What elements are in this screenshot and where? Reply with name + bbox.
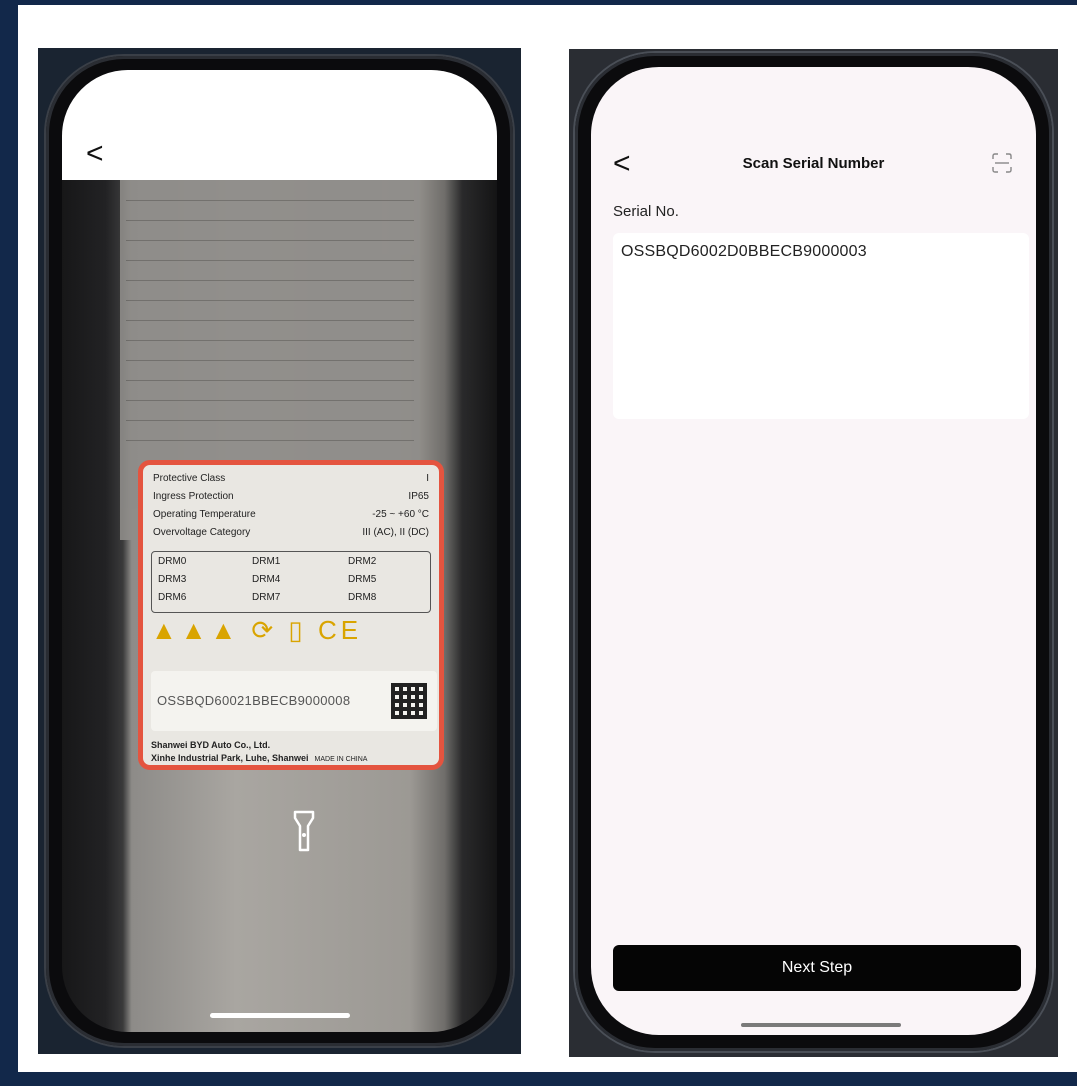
phone-frame-right: < Scan Serial Number Serial No. OSSBQD60… [575, 53, 1052, 1051]
home-indicator [741, 1023, 901, 1027]
warning-icons: ▲▲▲ ⟳ ▯ CE [151, 615, 363, 645]
page-title: Scan Serial Number [742, 155, 885, 172]
spec-row: Overvoltage Category III (AC), II (DC) [153, 527, 429, 538]
next-step-button[interactable]: Next Step [613, 945, 1021, 991]
left-panel: < Protective Class I Ingress Protection … [38, 48, 521, 1054]
drm-cell: DRM7 [252, 592, 281, 603]
scan-frame: Protective Class I Ingress Protection IP… [138, 460, 444, 770]
label-serial-text: OSSBQD60021BBECB9000008 [157, 693, 351, 708]
serial-field-label: Serial No. [613, 203, 679, 220]
qr-code-icon [391, 683, 427, 719]
drm-cell: DRM4 [252, 574, 281, 585]
spec-row: Operating Temperature -25 ~ +60 °C [153, 509, 429, 520]
home-indicator [210, 1013, 350, 1018]
spec-row: Protective Class I [153, 473, 429, 484]
label-serial-area: OSSBQD60021BBECB9000008 [151, 671, 437, 731]
drm-table: DRM0 DRM1 DRM2 DRM3 DRM4 DRM5 DRM6 DRM7 … [151, 551, 431, 613]
manufacturer-info: Shanwei BYD Auto Co., Ltd. Xinhe Industr… [151, 740, 368, 763]
drm-cell: DRM2 [348, 556, 377, 567]
drm-cell: DRM0 [158, 556, 187, 567]
nav-bar: < Scan Serial Number [591, 147, 1036, 183]
back-button[interactable]: < [86, 139, 114, 169]
drm-cell: DRM3 [158, 574, 187, 585]
flashlight-icon[interactable] [293, 810, 315, 852]
camera-top-bar: < [62, 70, 497, 180]
scan-icon[interactable] [992, 153, 1012, 173]
serial-number-input[interactable]: OSSBQD6002D0BBECB9000003 [613, 233, 1029, 419]
drm-cell: DRM5 [348, 574, 377, 585]
right-panel: < Scan Serial Number Serial No. OSSBQD60… [569, 49, 1058, 1057]
phone-frame-left: < Protective Class I Ingress Protection … [46, 56, 513, 1046]
drm-cell: DRM6 [158, 592, 187, 603]
form-screen: < Scan Serial Number Serial No. OSSBQD60… [591, 67, 1036, 1035]
camera-screen: < Protective Class I Ingress Protection … [62, 70, 497, 1032]
drm-cell: DRM8 [348, 592, 377, 603]
drm-cell: DRM1 [252, 556, 281, 567]
spec-row: Ingress Protection IP65 [153, 491, 429, 502]
